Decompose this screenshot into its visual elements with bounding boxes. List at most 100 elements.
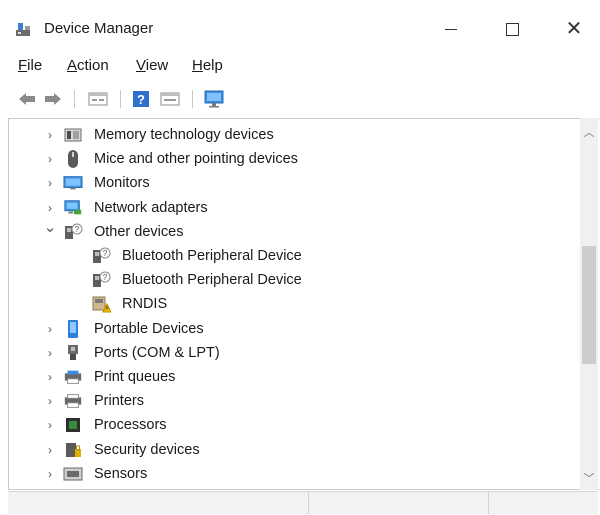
status-bar (8, 491, 598, 514)
chevron-right-icon[interactable]: › (43, 201, 57, 215)
tree-category-item[interactable]: › Security devices (9, 438, 579, 462)
tree-item-label: Processors (94, 417, 167, 434)
tree-category-item[interactable]: › Print queues (9, 365, 579, 389)
tree-category-item[interactable]: › Monitors (9, 171, 579, 195)
properties-button[interactable] (86, 88, 110, 110)
scroll-up-icon[interactable]: ︿ (580, 124, 598, 139)
menu-file-rest: ile (27, 57, 43, 74)
processor-icon (63, 416, 83, 434)
tree-item-label: Printers (94, 393, 144, 410)
chevron-right-icon[interactable]: › (43, 128, 57, 142)
menu-file-accel: F (18, 57, 28, 74)
minimize-icon (445, 28, 457, 30)
svg-text:?: ? (103, 249, 108, 258)
scroll-down-icon[interactable]: ﹀ (580, 470, 598, 485)
minimize-button[interactable] (428, 14, 474, 44)
device-manager-icon (14, 20, 34, 38)
svg-text:?: ? (103, 273, 108, 282)
close-button[interactable]: ✕ (551, 14, 597, 44)
properties-icon (88, 92, 108, 106)
help-button[interactable]: ? (130, 88, 152, 110)
scan-monitor-icon (204, 90, 224, 108)
device-manager-window: Device Manager ✕ File Action View Help ? (0, 0, 600, 515)
menu-action[interactable]: Action (67, 57, 109, 74)
chevron-right-icon[interactable]: › (43, 322, 57, 336)
toolbar-separator (192, 90, 193, 108)
scrollbar-thumb[interactable] (582, 246, 596, 364)
view-button[interactable] (158, 88, 182, 110)
tree-category-item[interactable]: › Mice and other pointing devices (9, 147, 579, 171)
tree-item-label: Print queues (94, 369, 176, 385)
tree-item-label: RNDIS (122, 296, 168, 313)
close-icon: ✕ (565, 18, 583, 40)
printer-icon (63, 392, 83, 410)
menu-view-rest: iew (145, 57, 169, 74)
tree-item-label: Mice and other pointing devices (94, 151, 298, 168)
tree-item-label: Memory technology devices (94, 127, 274, 143)
chevron-right-icon[interactable]: › (43, 418, 57, 432)
status-segment (488, 492, 599, 514)
toolbar: ? (0, 86, 600, 112)
toolbar-separator (74, 90, 75, 108)
maximize-icon (505, 22, 519, 36)
chevron-right-icon[interactable]: › (43, 443, 57, 457)
scan-hardware-button[interactable] (202, 88, 226, 110)
chevron-right-icon[interactable]: › (43, 346, 57, 360)
menu-bar: File Action View Help (0, 54, 600, 78)
tree-category-item[interactable]: › Ports (COM & LPT) (9, 341, 579, 365)
tree-item-label: Ports (COM & LPT) (94, 344, 220, 361)
forward-arrow-icon (45, 93, 61, 105)
tree-category-item[interactable]: › Sensors (9, 462, 579, 486)
chevron-right-icon[interactable]: › (43, 176, 57, 190)
status-segment (308, 492, 489, 514)
menu-help[interactable]: Help (192, 57, 223, 74)
menu-help-accel: H (192, 57, 203, 74)
tree-item-label: Security devices (94, 441, 200, 458)
device-tree-pane: › Memory technology devices › Mice and othe… (8, 118, 599, 490)
tree-category-item[interactable]: › Processors (9, 413, 579, 437)
warning-device-icon (91, 295, 111, 313)
window-title: Device Manager (44, 20, 154, 37)
svg-text:?: ? (75, 225, 80, 234)
tree-child-item[interactable]: RNDIS (9, 292, 579, 316)
tree-item-label: Bluetooth Peripheral Device (122, 272, 302, 289)
svg-text:?: ? (137, 92, 145, 107)
tree-child-item[interactable]: ? Bluetooth Peripheral Device (9, 268, 579, 292)
tree-item-label: Portable Devices (94, 320, 204, 337)
chevron-right-icon[interactable]: › (43, 394, 57, 408)
vertical-scrollbar[interactable]: ︿ ﹀ (580, 118, 598, 490)
memory-chip-icon (63, 126, 83, 144)
monitor-icon (63, 174, 83, 192)
tree-item-label: Monitors (94, 175, 150, 192)
unknown-device-icon: ? (63, 223, 83, 241)
tree-item-label: Other devices (94, 223, 184, 240)
unknown-device-icon: ? (91, 247, 111, 265)
title-bar: Device Manager ✕ (0, 0, 600, 52)
tree-category-item[interactable]: › Printers (9, 389, 579, 413)
sensor-icon (63, 465, 83, 483)
tree-category-item[interactable]: › Network adapters (9, 196, 579, 220)
forward-button[interactable] (42, 88, 64, 110)
menu-file[interactable]: File (18, 57, 42, 74)
tree-category-item[interactable]: › Portable Devices (9, 317, 579, 341)
tree-item-label: Network adapters (94, 199, 208, 216)
back-button[interactable] (16, 88, 38, 110)
unknown-device-icon: ? (91, 271, 111, 289)
tree-item-label: Sensors (94, 465, 148, 482)
menu-action-accel: A (67, 57, 78, 74)
view-icon (160, 92, 180, 106)
back-arrow-icon (19, 93, 35, 105)
help-icon: ? (133, 91, 149, 107)
tree-category-item[interactable]: ⌄? Other devices (9, 218, 579, 244)
menu-help-rest: elp (202, 57, 223, 74)
port-icon (63, 344, 83, 362)
chevron-down-icon[interactable]: ⌄ (43, 218, 57, 236)
chevron-right-icon[interactable]: › (43, 152, 57, 166)
print-queue-icon (63, 368, 83, 386)
chevron-right-icon[interactable]: › (43, 370, 57, 384)
tree-child-item[interactable]: ? Bluetooth Peripheral Device (9, 244, 579, 268)
tree-category-item[interactable]: › Memory technology devices (9, 123, 579, 147)
menu-view[interactable]: View (136, 57, 168, 74)
maximize-button[interactable] (489, 14, 535, 44)
chevron-right-icon[interactable]: › (43, 467, 57, 481)
